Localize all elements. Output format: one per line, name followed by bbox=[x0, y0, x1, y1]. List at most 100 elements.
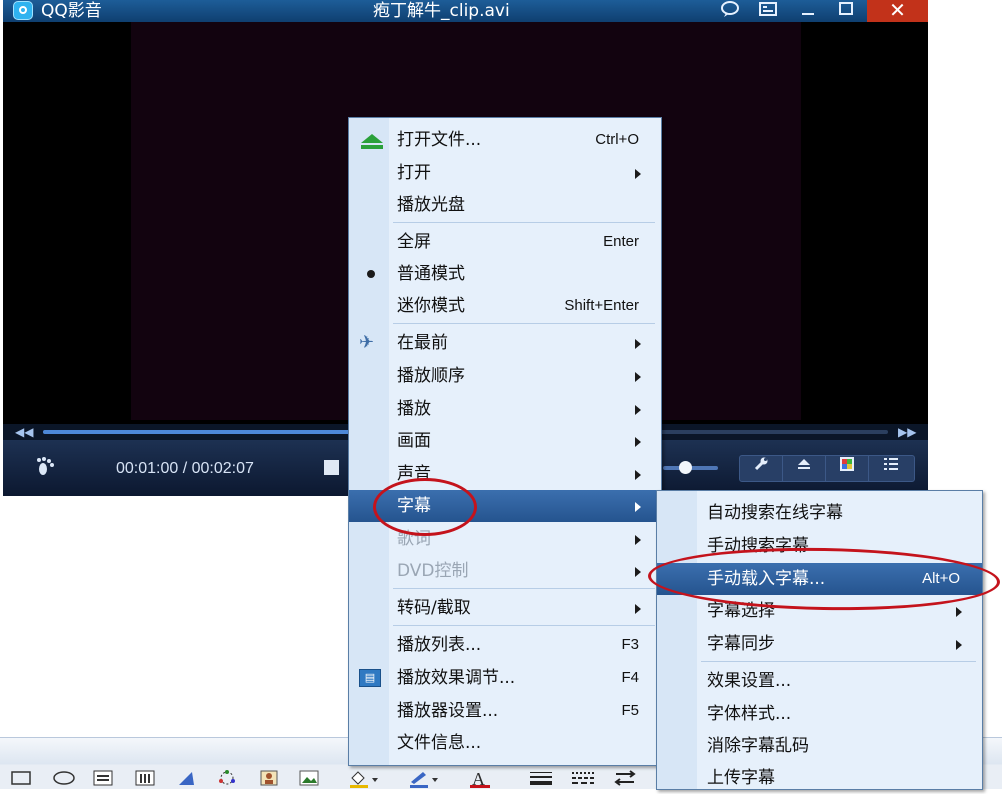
submenu-arrow-icon bbox=[635, 339, 641, 349]
menu-item-14[interactable]: 转码/截取 bbox=[349, 592, 661, 624]
menu-item-1[interactable]: 打开 bbox=[349, 157, 661, 189]
menu-item-5[interactable]: 迷你模式 Shift+Enter bbox=[349, 290, 661, 322]
submenu-arrow-icon bbox=[635, 405, 641, 415]
menu-item-7[interactable]: 播放顺序 bbox=[349, 360, 661, 392]
textbox-icon[interactable] bbox=[92, 770, 114, 788]
eject-icon[interactable] bbox=[783, 456, 826, 481]
submenu-arrow-icon bbox=[635, 502, 641, 512]
menu-item-label: DVD控制 bbox=[397, 561, 469, 581]
menu-separator bbox=[393, 222, 655, 223]
menu-item-15[interactable]: 播放列表... F3 bbox=[349, 629, 661, 661]
menu-item-label: 全屏 bbox=[397, 232, 431, 252]
vertical-textbox-icon[interactable] bbox=[134, 770, 156, 788]
volume-knob[interactable] bbox=[679, 461, 692, 474]
menu-item-shortcut: Shift+Enter bbox=[564, 297, 639, 314]
menu-separator bbox=[393, 588, 655, 589]
submenu-item-label: 字体样式... bbox=[707, 704, 792, 724]
submenu-item-label: 自动搜索在线字幕 bbox=[707, 503, 843, 523]
playback-time: 00:01:00 / 00:02:07 bbox=[116, 460, 254, 477]
submenu-item-6[interactable]: 字体样式... bbox=[657, 698, 982, 730]
submenu-arrow-icon bbox=[635, 535, 641, 545]
title-bar[interactable]: QQ影音 疱丁解牛_clip.avi ✕ bbox=[3, 0, 928, 22]
eject-icon bbox=[361, 134, 383, 149]
equalizer-icon: ▤ bbox=[359, 669, 381, 687]
submenu-item-8[interactable]: 上传字幕 bbox=[657, 762, 982, 794]
submenu-arrow-icon bbox=[635, 437, 641, 447]
menu-item-label: 播放列表... bbox=[397, 635, 482, 655]
app-name: QQ影音 bbox=[41, 1, 102, 21]
menu-item-4[interactable]: 普通模式 bbox=[349, 258, 661, 290]
menu-item-label: 打开 bbox=[397, 163, 431, 183]
menu-item-6[interactable]: ✈ 在最前 bbox=[349, 327, 661, 359]
submenu-item-4[interactable]: 字幕同步 bbox=[657, 628, 982, 660]
picture-icon[interactable] bbox=[298, 770, 320, 788]
submenu-arrow-icon bbox=[635, 604, 641, 614]
qq-player-logo-icon bbox=[13, 1, 33, 20]
menu-separator bbox=[393, 323, 655, 324]
menu-item-2[interactable]: 播放光盘 bbox=[349, 189, 661, 221]
submenu-item-7[interactable]: 消除字幕乱码 bbox=[657, 730, 982, 762]
menu-item-0[interactable]: 打开文件... Ctrl+O bbox=[349, 124, 661, 156]
wrench-icon[interactable] bbox=[740, 456, 783, 481]
pin-icon: ✈ bbox=[359, 332, 375, 353]
close-icon[interactable]: ✕ bbox=[867, 0, 928, 22]
clipart-icon[interactable] bbox=[258, 770, 280, 788]
menu-item-18[interactable]: 文件信息... bbox=[349, 727, 661, 759]
menu-item-17[interactable]: 播放器设置... F5 bbox=[349, 695, 661, 727]
menu-item-13: DVD控制 bbox=[349, 555, 661, 587]
menu-item-shortcut: F3 bbox=[621, 636, 639, 653]
list-window-icon[interactable] bbox=[755, 0, 781, 22]
ellipse-icon[interactable] bbox=[52, 770, 76, 788]
menu-item-label: 转码/截取 bbox=[397, 598, 471, 618]
line-style-icon[interactable] bbox=[528, 770, 554, 788]
stop-icon[interactable] bbox=[324, 460, 339, 475]
menu-item-label: 播放器设置... bbox=[397, 701, 499, 721]
wordart-icon[interactable] bbox=[176, 770, 198, 788]
context-menu: 打开文件... Ctrl+O 打开播放光盘全屏 Enter 普通模式迷你模式 Shift+… bbox=[348, 117, 662, 766]
submenu-item-5[interactable]: 效果设置... bbox=[657, 665, 982, 697]
color-icon[interactable] bbox=[826, 456, 869, 481]
menu-item-shortcut: Enter bbox=[603, 233, 639, 250]
line-color-icon[interactable] bbox=[408, 770, 442, 788]
subtitle-submenu: 自动搜索在线字幕 手动搜索字幕 手动载入字幕... Alt+O 字幕选择 字幕同步 效果设置… bbox=[656, 490, 983, 790]
submenu-arrow-icon bbox=[635, 567, 641, 577]
menu-item-3[interactable]: 全屏 Enter bbox=[349, 226, 661, 258]
fill-color-icon[interactable] bbox=[348, 770, 382, 788]
submenu-item-label: 效果设置... bbox=[707, 671, 792, 691]
menu-item-label: 在最前 bbox=[397, 333, 448, 353]
menu-item-label: 画面 bbox=[397, 431, 431, 451]
menu-item-label: 播放效果调节... bbox=[397, 668, 516, 688]
rectangle-icon[interactable] bbox=[10, 770, 32, 788]
menu-item-label: 播放光盘 bbox=[397, 195, 465, 215]
dash-style-icon[interactable] bbox=[570, 770, 596, 788]
menu-item-9[interactable]: 画面 bbox=[349, 425, 661, 457]
menu-item-label: 普通模式 bbox=[397, 264, 465, 284]
menu-item-shortcut: F4 bbox=[621, 669, 639, 686]
submenu-arrow-icon bbox=[635, 372, 641, 382]
window-title: 疱丁解牛_clip.avi bbox=[373, 1, 510, 21]
control-button-group bbox=[739, 455, 915, 482]
diagram-icon[interactable] bbox=[216, 770, 238, 788]
annotation-circle-subtitle bbox=[373, 478, 477, 536]
submenu-arrow-icon bbox=[956, 640, 962, 650]
menu-item-8[interactable]: 播放 bbox=[349, 393, 661, 425]
comment-icon[interactable] bbox=[717, 0, 743, 22]
bullet-icon bbox=[367, 270, 375, 278]
submenu-item-label: 上传字幕 bbox=[707, 768, 775, 788]
maximize-icon[interactable] bbox=[833, 0, 859, 22]
footprint-icon[interactable] bbox=[35, 457, 57, 481]
submenu-item-0[interactable]: 自动搜索在线字幕 bbox=[657, 497, 982, 529]
arrow-style-icon[interactable] bbox=[612, 770, 638, 788]
submenu-item-label: 字幕同步 bbox=[707, 634, 775, 654]
menu-item-label: 迷你模式 bbox=[397, 296, 465, 316]
minimize-icon[interactable] bbox=[795, 0, 821, 22]
submenu-item-label: 消除字幕乱码 bbox=[707, 736, 809, 756]
menu-item-16[interactable]: ▤ 播放效果调节... F4 bbox=[349, 662, 661, 694]
menu-item-shortcut: F5 bbox=[621, 702, 639, 719]
rewind-icon[interactable]: ◀◀ bbox=[15, 424, 33, 440]
menu-separator bbox=[701, 661, 976, 662]
menu-item-label: 打开文件... bbox=[397, 130, 482, 150]
submenu-arrow-icon bbox=[635, 470, 641, 480]
fast-forward-icon[interactable]: ▶▶ bbox=[898, 424, 916, 440]
playlist-icon[interactable] bbox=[869, 456, 912, 481]
